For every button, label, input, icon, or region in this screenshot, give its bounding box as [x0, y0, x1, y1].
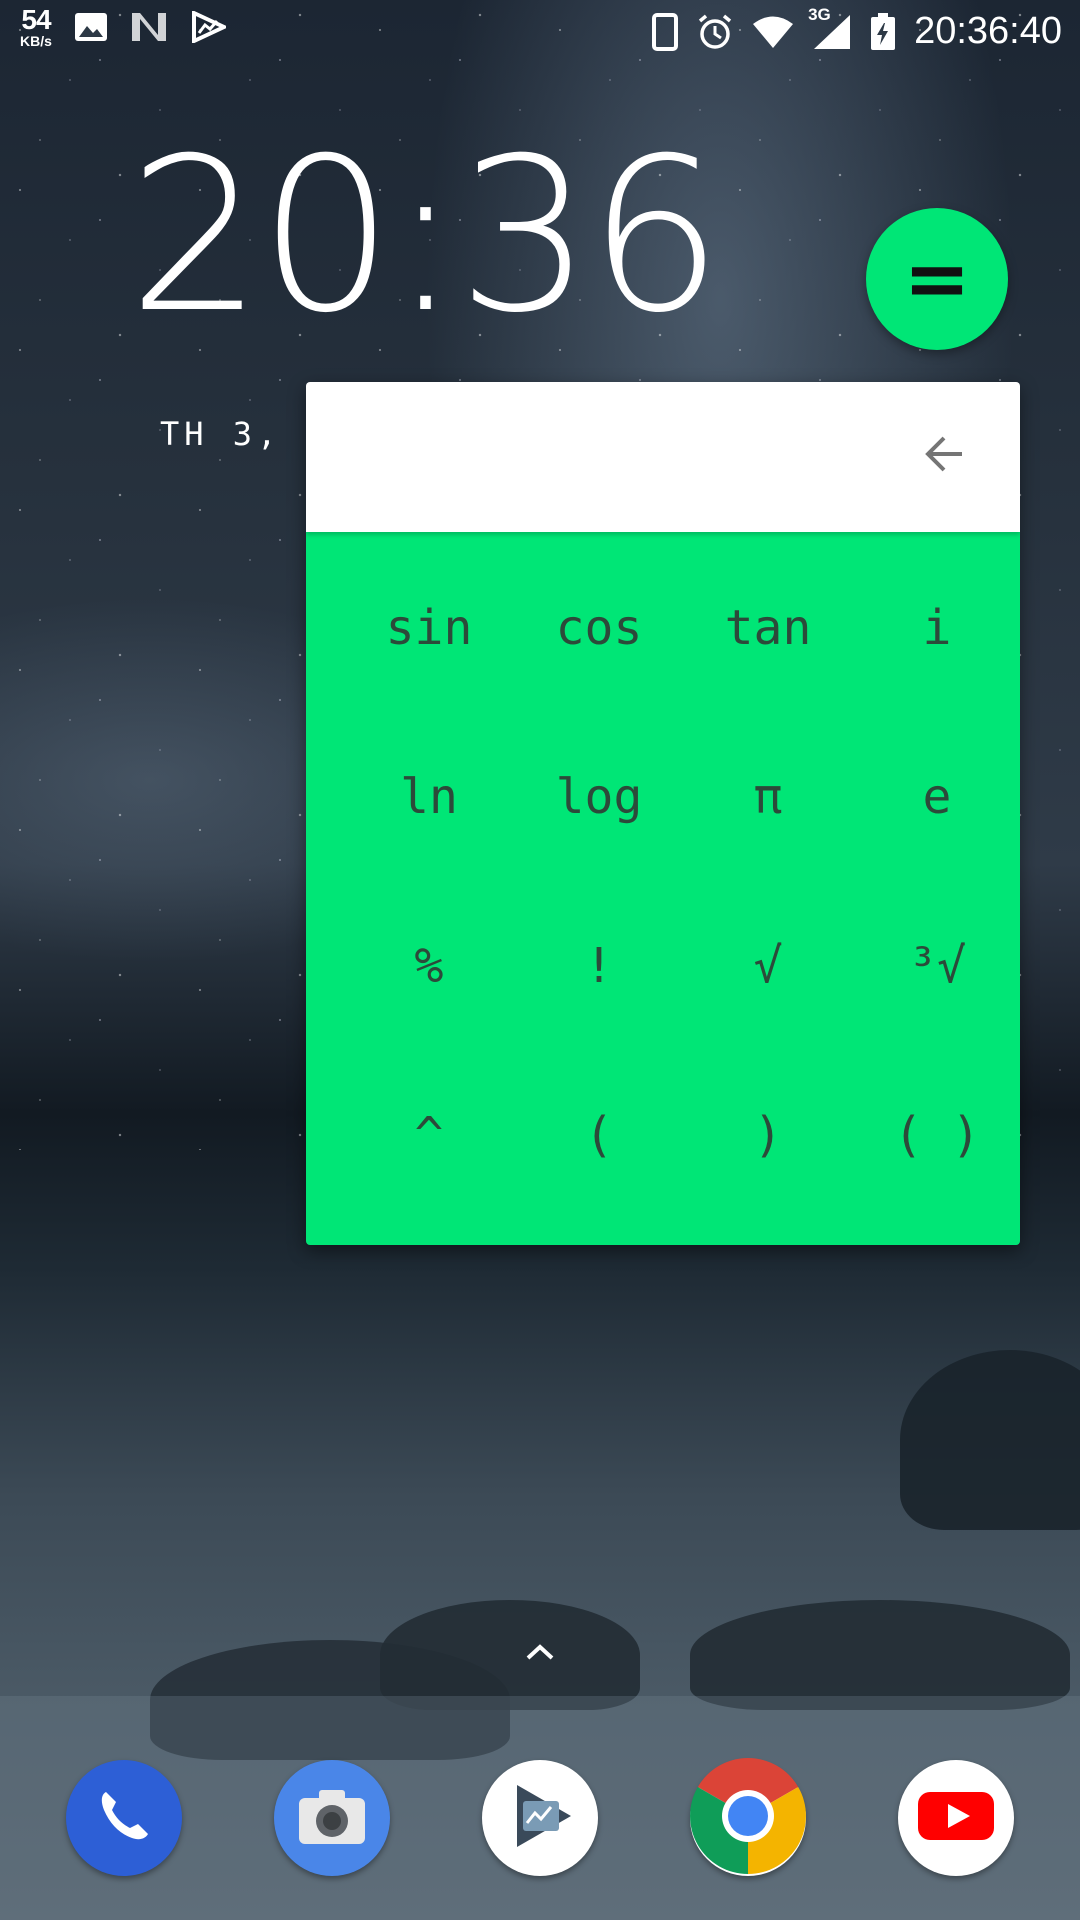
close-paren-key[interactable]: ) — [683, 1075, 853, 1195]
sqrt-key[interactable]: √ — [683, 906, 853, 1026]
clock-widget-date[interactable]: TH 3, 5 — [160, 415, 330, 453]
rock — [690, 1600, 1070, 1710]
percent-key[interactable]: % — [344, 906, 514, 1026]
backspace-button[interactable] — [920, 432, 968, 480]
cos-key[interactable]: cos — [514, 568, 684, 688]
open-paren-key[interactable]: ( — [514, 1075, 684, 1195]
dock-app-camera[interactable] — [274, 1760, 390, 1876]
dock-app-youtube[interactable] — [898, 1760, 1014, 1876]
phone-icon — [652, 12, 679, 51]
network-type: 3G — [808, 4, 831, 24]
chevron-up-icon — [520, 1644, 560, 1668]
app-drawer-handle[interactable] — [520, 1640, 560, 1669]
alarm-icon — [696, 13, 734, 51]
calculator-panel: sin cos tan i ln log π e % ! √ ³√ ^ ( ) … — [306, 382, 1020, 1245]
status-bar: 54 KB/s 3G 20:36:40 — [0, 0, 1080, 62]
phone-handset-icon — [92, 1784, 156, 1853]
chrome-icon — [690, 1757, 806, 1879]
pi-key[interactable]: π — [683, 737, 853, 857]
equals-label: = — [903, 232, 971, 325]
dock-app-chrome[interactable] — [690, 1757, 806, 1879]
power-key[interactable]: ^ — [344, 1075, 514, 1195]
dock-app-files-go[interactable] — [482, 1760, 598, 1876]
e-key[interactable]: e — [852, 737, 1020, 857]
rock — [900, 1350, 1080, 1530]
rock — [380, 1600, 640, 1710]
factorial-key[interactable]: ! — [514, 906, 684, 1026]
gallery-icon — [74, 12, 108, 42]
equals-bubble-button[interactable]: = — [866, 208, 1008, 350]
cube-root-key[interactable]: ³√ — [852, 906, 1020, 1026]
n-logo-icon — [130, 11, 168, 43]
calculator-display[interactable] — [306, 382, 1020, 532]
ln-key[interactable]: ln — [344, 737, 514, 857]
network-speed-value: 54 — [21, 4, 51, 35]
signal-icon: 3G — [808, 5, 852, 51]
clock-widget-time[interactable]: 20:36 — [128, 130, 723, 342]
network-speed: 54 KB/s — [20, 4, 52, 49]
arrow-left-icon — [922, 434, 966, 479]
log-key[interactable]: log — [514, 737, 684, 857]
youtube-icon — [916, 1788, 996, 1849]
wifi-icon — [752, 15, 794, 49]
network-speed-unit: KB/s — [20, 33, 52, 49]
tan-key[interactable]: tan — [683, 568, 853, 688]
imaginary-key[interactable]: i — [852, 568, 1020, 688]
camera-icon — [295, 1784, 369, 1853]
sin-key[interactable]: sin — [344, 568, 514, 688]
advanced-keypad: sin cos tan i ln log π e % ! √ ³√ ^ ( ) … — [306, 532, 1020, 1245]
battery-charging-icon — [870, 12, 896, 51]
status-time: 20:36:40 — [914, 10, 1062, 52]
dock-app-phone[interactable] — [66, 1760, 182, 1876]
files-go-icon — [503, 1779, 577, 1858]
trending-icon — [190, 11, 226, 43]
parentheses-key[interactable]: ( ) — [852, 1075, 1020, 1195]
